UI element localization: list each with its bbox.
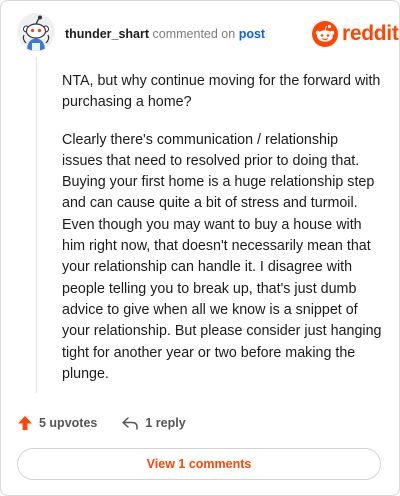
reply-count: 1 reply [145,416,186,430]
brand-wordmark: reddit [342,22,399,45]
reply-arrow-icon [122,417,139,430]
avatar[interactable] [17,13,55,51]
comment-card: thunder_shart commented on post reddit N… [0,0,400,496]
comment-action-text: commented on [152,27,236,41]
comment-paragraph: NTA, but why continue moving for the for… [62,73,381,111]
thread-line [36,57,37,393]
reply-button[interactable]: 1 reply [121,415,186,431]
snoo-avatar-icon [17,13,55,51]
upvote-button[interactable]: 5 upvotes [17,415,97,431]
upvote-count: 5 upvotes [39,416,98,430]
view-comments-button[interactable]: View 1 comments [17,448,381,480]
username[interactable]: thunder_shart [65,27,149,41]
comment-paragraph: Clearly there's communication / relation… [62,131,382,382]
comment-actions: 5 upvotes 1 reply [17,415,186,431]
comment-header: thunder_shart commented on post [65,27,265,41]
reddit-logo[interactable]: reddit [312,21,399,47]
comment-body: NTA, but why continue moving for the for… [62,71,382,401]
post-link[interactable]: post [239,27,265,41]
upvote-arrow-icon [18,416,32,430]
reddit-alien-icon [312,21,338,47]
